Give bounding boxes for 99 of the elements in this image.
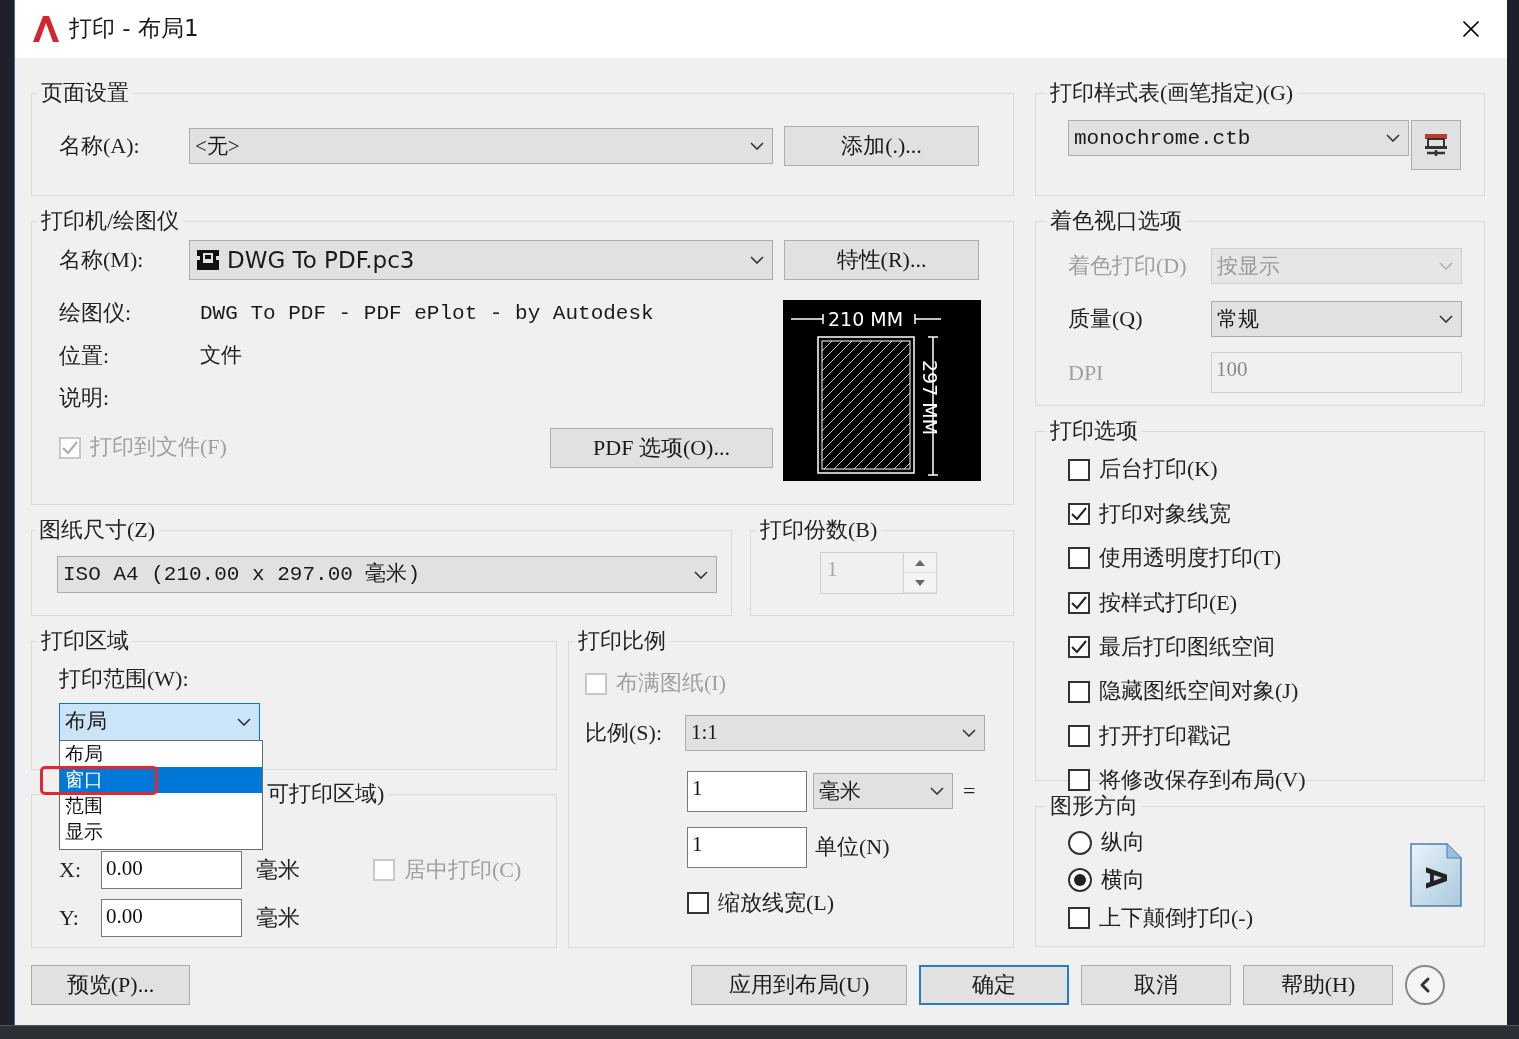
field-label: 比例(S): bbox=[585, 719, 663, 746]
group-title: 页面设置 bbox=[40, 80, 130, 107]
checkbox[interactable] bbox=[1068, 636, 1090, 659]
dialog-button[interactable]: 应用到布局(U) bbox=[691, 965, 907, 1005]
radio-label: 横向 bbox=[1101, 866, 1145, 894]
group-title: 打印样式表(画笔指定)(G) bbox=[1049, 80, 1295, 107]
checkbox-label: 上下颠倒打印(-) bbox=[1099, 905, 1253, 932]
chevron-down-icon bbox=[1439, 262, 1453, 271]
group-title: 图纸尺寸(Z) bbox=[38, 517, 157, 544]
location-value: 文件 bbox=[200, 343, 242, 369]
group-title: 着色视口选项 bbox=[1049, 208, 1183, 235]
plotter-icon bbox=[195, 248, 221, 273]
dimension-label: 297 MM bbox=[919, 360, 941, 436]
preview-button[interactable]: 预览(P)... bbox=[31, 965, 190, 1005]
checkbox[interactable] bbox=[1068, 547, 1090, 570]
checkbox-label: 缩放线宽(L) bbox=[718, 889, 835, 917]
y-offset-field[interactable]: 0.00 bbox=[101, 899, 242, 938]
checkbox[interactable] bbox=[1068, 458, 1090, 481]
add-button[interactable]: 添加(.)... bbox=[784, 126, 979, 167]
checkbox[interactable] bbox=[1068, 502, 1090, 525]
dialog-button[interactable]: 帮助(H) bbox=[1243, 965, 1393, 1005]
checkbox-label: 打印到文件(F) bbox=[90, 434, 227, 461]
checkmark-icon bbox=[1071, 506, 1087, 521]
app-logo-icon bbox=[33, 15, 59, 43]
group-title: 打印比例 bbox=[577, 628, 667, 655]
chevron-down-icon bbox=[694, 570, 708, 579]
triangle-down-icon bbox=[915, 579, 925, 586]
copies-value: 1 bbox=[826, 556, 839, 584]
x-offset-field[interactable]: 0.00 bbox=[101, 851, 242, 890]
dialog-button[interactable]: 确定 bbox=[919, 965, 1069, 1005]
field-label: DPI bbox=[1068, 359, 1105, 387]
plotter-name: DWG To PDF - PDF ePlot - by Autodesk bbox=[200, 301, 654, 327]
checkbox-label: 按样式打印(E) bbox=[1099, 589, 1238, 616]
checkbox-label: 布满图纸(I) bbox=[616, 670, 726, 697]
chevron-down-icon bbox=[962, 728, 976, 737]
radio-label: 纵向 bbox=[1101, 829, 1145, 856]
radio-button[interactable] bbox=[1068, 830, 1092, 855]
checkbox[interactable] bbox=[1068, 591, 1090, 614]
checkmark-icon bbox=[62, 440, 78, 455]
unit-label: 毫米 bbox=[256, 905, 300, 932]
plot-style-dropdown[interactable]: monochrome.ctb bbox=[1068, 120, 1409, 157]
page-orientation-icon: A bbox=[1410, 843, 1462, 908]
unit-dropdown[interactable]: 毫米 bbox=[813, 773, 953, 810]
scale-value-field[interactable]: 1 bbox=[687, 770, 807, 812]
pdf-options-button[interactable]: PDF 选项(O)... bbox=[550, 427, 773, 468]
checkbox-label: 使用透明度打印(T) bbox=[1099, 545, 1282, 572]
group-title: 打印机/绘图仪 bbox=[40, 208, 181, 235]
field-label: 位置: bbox=[59, 342, 111, 370]
checkbox[interactable] bbox=[1068, 907, 1090, 930]
scale-dropdown[interactable]: 1:1 bbox=[685, 714, 985, 751]
window-title: 打印 - 布局1 bbox=[69, 15, 200, 43]
checkbox-label: 居中打印(C) bbox=[404, 857, 522, 884]
unit-value-field[interactable]: 1 bbox=[687, 826, 807, 868]
chevron-down-icon bbox=[750, 142, 764, 151]
field-label: 绘图仪: bbox=[59, 300, 133, 327]
page-setup-dropdown[interactable]: <无> bbox=[189, 128, 773, 165]
checkbox-label: 打开打印戳记 bbox=[1099, 722, 1231, 750]
chevron-down-icon bbox=[237, 717, 251, 726]
checkbox[interactable] bbox=[1068, 724, 1090, 747]
edit-plot-style-button[interactable] bbox=[1411, 120, 1461, 171]
quality-dropdown[interactable]: 常规 bbox=[1211, 301, 1462, 338]
checkbox-label: 后台打印(K) bbox=[1099, 456, 1218, 483]
chevron-down-icon bbox=[930, 787, 944, 796]
paper-size-dropdown[interactable]: ISO A4 (210.00 x 297.00 毫米) bbox=[57, 556, 717, 594]
field-label: X: bbox=[59, 857, 82, 884]
group-title: 打印份数(B) bbox=[759, 517, 879, 544]
checkbox-label: 打印对象线宽 bbox=[1099, 500, 1231, 528]
equals-sign: = bbox=[963, 778, 976, 805]
checkmark-icon bbox=[1071, 595, 1087, 610]
properties-button[interactable]: 特性(R)... bbox=[784, 240, 979, 281]
unit-label: 毫米 bbox=[256, 857, 300, 884]
collapse-button[interactable] bbox=[1405, 965, 1445, 1005]
checkbox[interactable] bbox=[1068, 769, 1090, 792]
checkbox[interactable] bbox=[687, 891, 709, 914]
checkbox-label: 最后打印图纸空间 bbox=[1099, 633, 1275, 661]
group-title: 图形方向 bbox=[1049, 793, 1139, 820]
printer-dropdown[interactable]: DWG To PDF.pc3 bbox=[189, 240, 773, 281]
dimension-label: 210 MM bbox=[828, 308, 904, 331]
field-label: 质量(Q) bbox=[1068, 306, 1144, 333]
group-title: 可打印区域) bbox=[267, 781, 385, 808]
chevron-down-icon bbox=[750, 256, 764, 265]
chevron-down-icon bbox=[1439, 315, 1453, 324]
group-title: 打印区域 bbox=[40, 628, 130, 655]
field-label: 着色打印(D) bbox=[1068, 253, 1188, 280]
group-title: 打印选项 bbox=[1049, 418, 1139, 445]
triangle-up-icon bbox=[915, 559, 925, 566]
checkbox-label: 将修改保存到布局(V) bbox=[1099, 767, 1306, 794]
field-label: 单位(N) bbox=[815, 834, 890, 861]
checkbox-label: 隐藏图纸空间对象(J) bbox=[1099, 678, 1299, 705]
radio-button[interactable] bbox=[1068, 867, 1092, 892]
field-label: 说明: bbox=[59, 385, 111, 412]
checkbox[interactable] bbox=[1068, 680, 1090, 703]
chevron-down-icon bbox=[1386, 134, 1400, 143]
field-label: 名称(A): bbox=[59, 133, 141, 160]
checkmark-icon bbox=[1071, 640, 1087, 655]
field-label: 名称(M): bbox=[59, 247, 145, 274]
field-label: Y: bbox=[59, 905, 80, 932]
field-label: 打印范围(W): bbox=[59, 666, 190, 693]
dialog-button[interactable]: 取消 bbox=[1081, 965, 1231, 1005]
